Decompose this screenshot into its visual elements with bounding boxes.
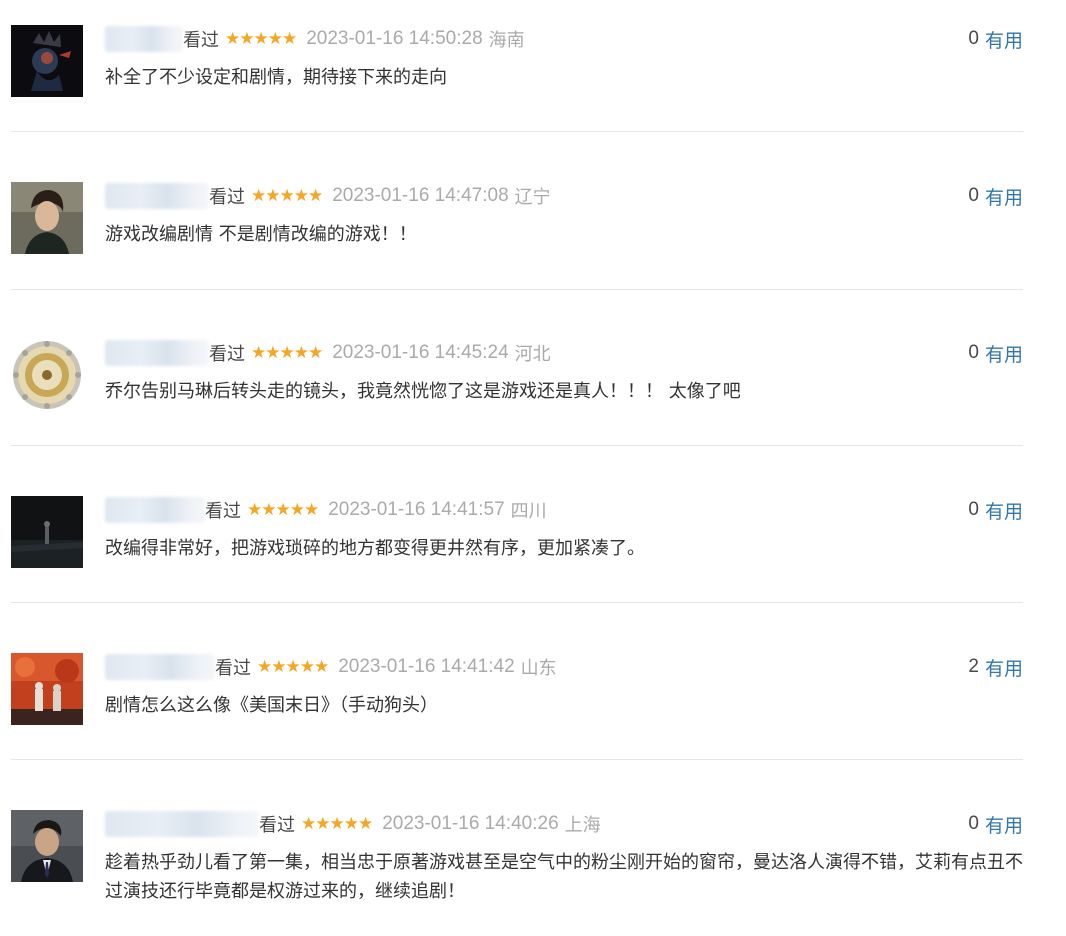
vote-count: 0 [968,342,979,363]
comment-meta: 看过 ★★★★★ 2023-01-16 14:45:24 河北 [105,339,551,367]
comment-content: 剧情怎么这么像《美国末日》（手动狗头） [105,695,438,716]
vote-area: 0 有用 [968,810,1023,838]
comment-list: 看过 ★★★★★ 2023-01-16 14:50:28 海南 0 有用 补全了… [0,0,1066,936]
useful-button[interactable]: 有用 [985,654,1023,681]
username-redacted[interactable] [105,26,183,52]
comment-time: 2023-01-16 14:47:08 [332,185,509,206]
avatar[interactable] [11,25,83,97]
avatar[interactable] [11,496,83,568]
comment-location: 四川 [510,501,547,522]
comment-location: 上海 [564,815,601,836]
vote-count: 0 [968,499,979,520]
comment-content: 乔尔告别马琳后转头走的镜头，我竟然恍惚了这是游戏还是真人！！！ 太像了吧 [105,381,741,402]
vote-area: 0 有用 [968,496,1023,524]
vote-area: 2 有用 [968,653,1023,681]
comment-location: 海南 [488,30,525,51]
divider [11,445,1023,446]
watched-label: 看过 [205,501,241,522]
watched-label: 看过 [259,815,295,836]
avatar[interactable] [11,339,83,411]
watched-label: 看过 [183,30,219,51]
vote-count: 0 [968,185,979,206]
vote-count: 0 [968,28,979,49]
watched-label: 看过 [215,658,251,679]
username-redacted[interactable] [105,183,209,209]
vote-area: 0 有用 [968,339,1023,367]
comment-location: 山东 [520,658,557,679]
username-redacted[interactable] [105,654,215,680]
comment-content: 改编得非常好，把游戏琐碎的地方都变得更井然有序，更加紧凑了。 [105,538,645,559]
comment-meta: 看过 ★★★★★ 2023-01-16 14:41:57 四川 [105,496,547,524]
useful-button[interactable]: 有用 [985,811,1023,838]
vote-count: 0 [968,813,979,834]
rating-stars: ★★★★★ [257,657,329,677]
avatar[interactable] [11,653,83,725]
avatar[interactable] [11,810,83,882]
rating-stars: ★★★★★ [247,500,319,520]
rating-stars: ★★★★★ [251,343,323,363]
vote-area: 0 有用 [968,182,1023,210]
comment-location: 河北 [514,344,551,365]
comment-time: 2023-01-16 14:41:42 [338,656,515,677]
rating-stars: ★★★★★ [301,814,373,834]
avatar[interactable] [11,182,83,254]
rating-stars: ★★★★★ [251,186,323,206]
useful-button[interactable]: 有用 [985,497,1023,524]
comment-meta: 看过 ★★★★★ 2023-01-16 14:50:28 海南 [105,25,525,53]
divider [11,759,1023,760]
comment-content: 游戏改编剧情 不是剧情改编的游戏！！ [105,224,417,245]
comment-content: 趁着热乎劲儿看了第一集，相当忠于原著游戏甚至是空气中的粉尘刚开始的窗帘，曼达洛人… [105,852,1023,902]
rating-stars: ★★★★★ [225,29,297,49]
useful-button[interactable]: 有用 [985,26,1023,53]
comment-meta: 看过 ★★★★★ 2023-01-16 14:40:26 上海 [105,810,601,838]
username-redacted[interactable] [105,811,259,837]
comment-time: 2023-01-16 14:45:24 [332,342,509,363]
comment-meta: 看过 ★★★★★ 2023-01-16 14:47:08 辽宁 [105,182,551,210]
divider [11,602,1023,603]
watched-label: 看过 [209,187,245,208]
watched-label: 看过 [209,344,245,365]
comment-content: 补全了不少设定和剧情，期待接下来的走向 [105,67,447,88]
divider [11,289,1023,290]
comment-time: 2023-01-16 14:50:28 [306,28,483,49]
useful-button[interactable]: 有用 [985,183,1023,210]
vote-area: 0 有用 [968,25,1023,53]
useful-button[interactable]: 有用 [985,340,1023,367]
comment-location: 辽宁 [514,187,551,208]
comment-time: 2023-01-16 14:40:26 [382,813,559,834]
comment-meta: 看过 ★★★★★ 2023-01-16 14:41:42 山东 [105,653,557,681]
username-redacted[interactable] [105,497,205,523]
username-redacted[interactable] [105,340,209,366]
comment-time: 2023-01-16 14:41:57 [328,499,505,520]
vote-count: 2 [968,656,979,677]
divider [11,131,1023,132]
